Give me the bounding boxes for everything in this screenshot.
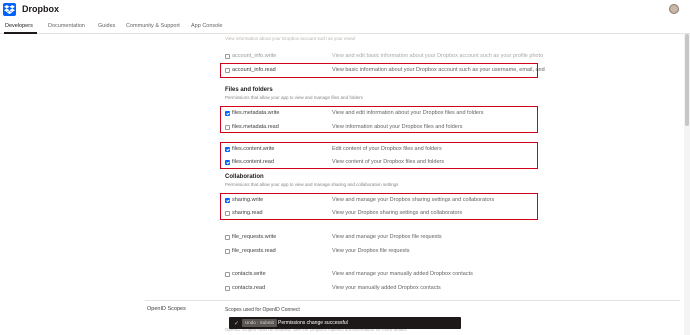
toast-action-badge[interactable]: Undo · Submit	[242, 319, 277, 327]
permission-desc: View and edit basic information about yo…	[332, 53, 544, 59]
nav-guides[interactable]: Guides	[98, 23, 115, 29]
permission-name: file_requests.read	[232, 248, 276, 254]
highlight-box	[220, 142, 538, 169]
permission-checkbox[interactable]	[225, 249, 230, 254]
permission-row: file_requests.read View your Dropbox fil…	[222, 247, 522, 257]
nav-active-indicator	[4, 32, 37, 34]
section-divider	[145, 300, 680, 301]
check-icon: ✓	[234, 321, 240, 327]
section-title-files: Files and folders	[225, 87, 273, 93]
dropbox-logo-icon[interactable]	[3, 3, 16, 16]
scrollbar-thumb[interactable]	[685, 34, 689, 126]
permission-row: contacts.write View and manage your manu…	[222, 270, 522, 280]
permission-desc: View and manage your Dropbox file reques…	[332, 234, 442, 240]
permission-name: contacts.read	[232, 285, 266, 291]
toast-message: Permissions change successful	[278, 320, 348, 326]
toast-notification: ✓ Undo · Submit Permissions change succe…	[229, 317, 461, 329]
permission-desc: View and manage your manually added Drop…	[332, 271, 473, 277]
permission-checkbox[interactable]	[225, 272, 230, 277]
highlight-box	[220, 63, 538, 78]
permission-name: account_info.write	[232, 53, 277, 59]
top-header: Dropbox	[0, 0, 690, 20]
main-nav: Developers Documentation Guides Communit…	[0, 20, 690, 34]
highlight-box	[220, 106, 538, 133]
nav-developers[interactable]: Developers	[5, 23, 33, 29]
permission-checkbox[interactable]	[225, 235, 230, 240]
openid-scopes-label: OpenID Scopes	[147, 306, 186, 312]
nav-documentation[interactable]: Documentation	[48, 23, 85, 29]
permission-desc: View your Dropbox file requests	[332, 248, 410, 254]
permission-checkbox[interactable]	[225, 54, 230, 59]
avatar[interactable]	[669, 4, 679, 14]
faded-description: View information about your Dropbox acco…	[225, 36, 355, 41]
section-subtitle-files: Permissions that allow your app to view …	[225, 95, 363, 100]
section-subtitle-collaboration: Permissions that allow your app to view …	[225, 182, 399, 187]
openid-subtitle: Scopes used for OpenID Connect	[225, 307, 300, 313]
permission-name: file_requests.write	[232, 234, 277, 240]
section-title-collaboration: Collaboration	[225, 174, 264, 180]
permission-name: contacts.write	[232, 271, 266, 277]
nav-community-support[interactable]: Community & Support	[126, 23, 180, 29]
brand-name[interactable]: Dropbox	[22, 4, 59, 14]
permission-row: account_info.write View and edit basic i…	[222, 52, 543, 62]
highlight-box	[220, 193, 538, 220]
permission-row: contacts.read View your manually added D…	[222, 284, 522, 294]
permission-checkbox[interactable]	[225, 286, 230, 291]
nav-app-console[interactable]: App Console	[191, 23, 223, 29]
permission-row: file_requests.write View and manage your…	[222, 233, 522, 243]
permission-desc: View your manually added Dropbox contact…	[332, 285, 441, 291]
